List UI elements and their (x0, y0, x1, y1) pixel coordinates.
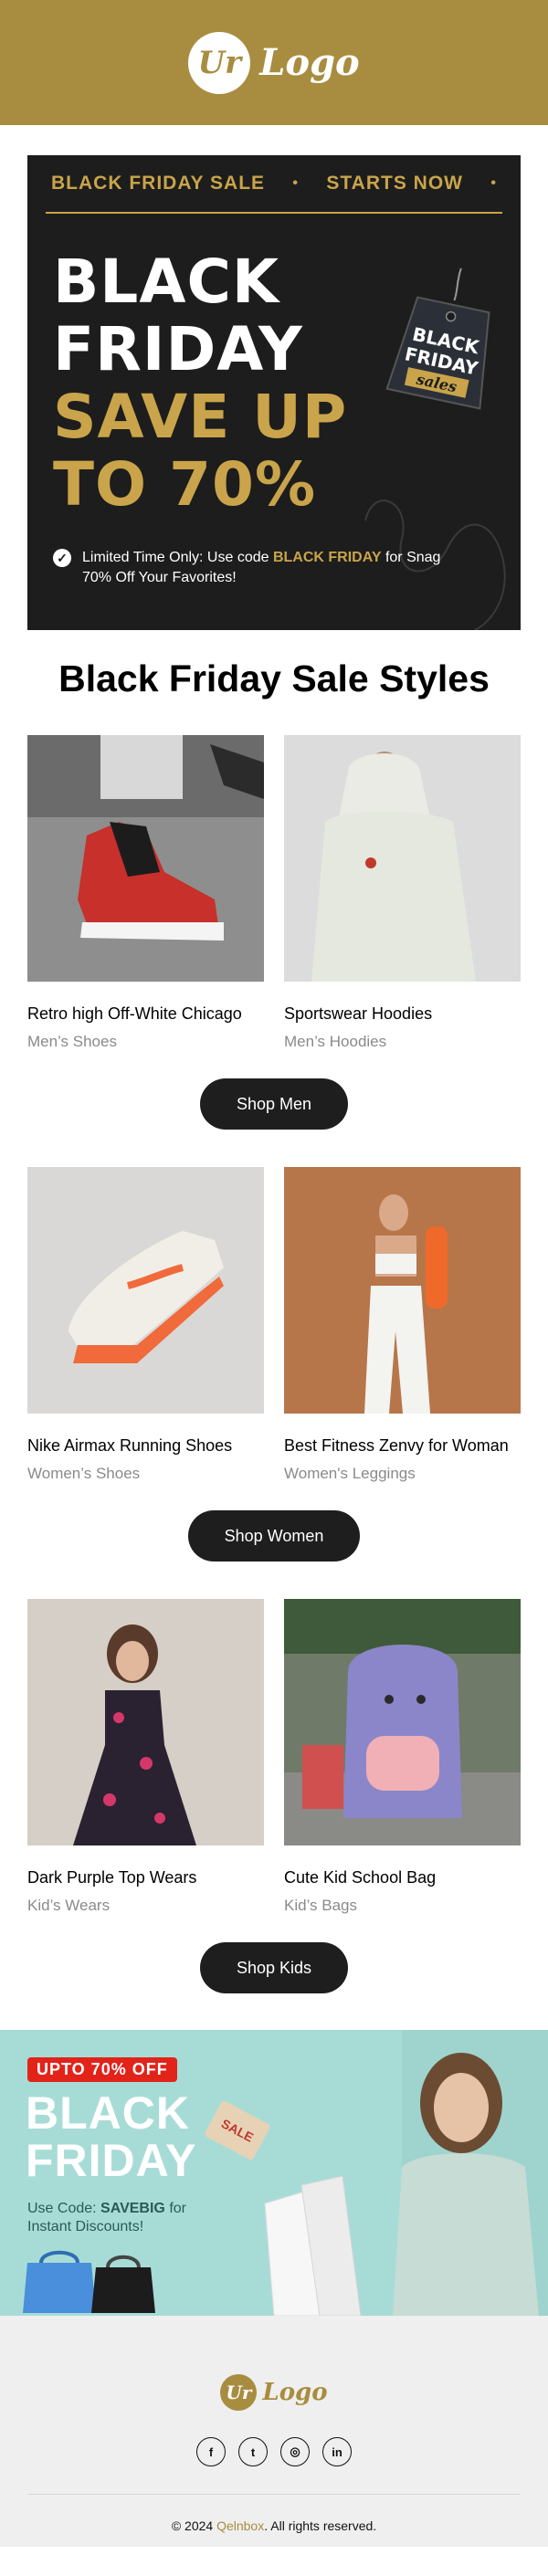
promo-title: BLACK FRIDAY (26, 2089, 197, 2184)
promo-code-prefix: Use Code: (27, 2201, 101, 2216)
linkedin-icon[interactable]: in (322, 2437, 352, 2466)
product-name[interactable]: Best Fitness Zenvy for Woman (284, 1436, 521, 1456)
product-image-school-bag[interactable] (284, 1599, 521, 1845)
product-image-running-shoe[interactable] (27, 1167, 264, 1414)
brand-logo[interactable]: Ur Logo (188, 31, 360, 94)
hero-title-line1: BLACK (53, 247, 280, 317)
hero-note-code: BLACK FRIDAY (272, 550, 382, 565)
logo-badge: Ur (188, 31, 251, 94)
promo-badge: UPTO 70% OFF (27, 2057, 177, 2082)
decorative-squiggle (364, 499, 506, 630)
copyright: © 2024 Qelnbox. All rights reserved. (0, 2518, 548, 2533)
copyright-brand-link[interactable]: Qelnbox (216, 2518, 264, 2533)
promo-title-line2: FRIDAY (26, 2135, 197, 2186)
shop-men-button[interactable]: Shop Men (199, 1078, 349, 1130)
promo-code-line2: Instant Discounts! (27, 2219, 144, 2234)
product-image-kid-dress[interactable] (27, 1599, 264, 1845)
promo-title-line1: BLACK (26, 2087, 190, 2139)
shop-men-wrap: Shop Men (0, 1078, 548, 1130)
product-category: Men’s Hoodies (284, 1033, 387, 1050)
product-image-hoodie[interactable] (284, 735, 521, 982)
check-circle-icon: ✓ (53, 549, 71, 567)
product-name[interactable]: Nike Airmax Running Shoes (27, 1436, 264, 1456)
promo-banner[interactable]: UPTO 70% OFF BLACK FRIDAY SALE Use Code:… (0, 2030, 548, 2316)
hero-title-line4: TO 70% (53, 449, 317, 520)
hero-note-text: Limited Time Only: Use code BLACK FRIDAY… (82, 548, 455, 588)
promo-code-suffix: for (164, 2201, 186, 2216)
shop-women-wrap: Shop Women (0, 1510, 548, 1561)
product-category: Women's Leggings (284, 1465, 416, 1482)
product-card[interactable]: Nike Airmax Running Shoes Women’s Shoes (27, 1167, 264, 1483)
product-card[interactable]: Cute Kid School Bag Kid’s Bags (284, 1599, 521, 1915)
product-name[interactable]: Sportswear Hoodies (284, 1004, 521, 1024)
product-card[interactable]: Retro high Off-White Chicago Men’s Shoes (27, 735, 264, 1051)
product-card[interactable]: Sportswear Hoodies Men’s Hoodies (284, 735, 521, 1051)
hero-banner[interactable]: BLACK FRIDAY SALE • STARTS NOW • BLACK F… (27, 155, 521, 630)
header: Ur Logo (0, 0, 548, 125)
hero-title-line2: FRIDAY (53, 314, 303, 384)
product-row-women: Nike Airmax Running Shoes Women’s Shoes … (0, 1167, 548, 1483)
product-category: Men’s Shoes (27, 1033, 117, 1050)
product-category: Kid’s Bags (284, 1897, 358, 1914)
product-name[interactable]: Cute Kid School Bag (284, 1868, 521, 1887)
hero-top-left: BLACK FRIDAY SALE (51, 173, 266, 194)
section-title: Black Friday Sale Styles (58, 657, 490, 699)
product-card[interactable]: Dark Purple Top Wears Kid’s Wears (27, 1599, 264, 1915)
footer: Ur Logo f t ◎ in © 2024 Qelnbox. All rig… (0, 2316, 548, 2547)
shop-kids-wrap: Shop Kids (0, 1942, 548, 1993)
footer-divider (27, 2494, 521, 2495)
hero-note-prefix: Limited Time Only: Use code (82, 550, 273, 565)
copyright-prefix: © 2024 (171, 2518, 217, 2533)
facebook-icon[interactable]: f (196, 2437, 226, 2466)
product-row-men: Retro high Off-White Chicago Men’s Shoes… (0, 735, 548, 1051)
hero-top-right: STARTS NOW (326, 173, 463, 194)
logo-text: Logo (259, 41, 360, 84)
hero-divider (46, 212, 502, 214)
shop-kids-button[interactable]: Shop Kids (199, 1942, 349, 1993)
promo-code: SAVEBIG (100, 2201, 165, 2216)
shop-women-button[interactable]: Shop Women (187, 1510, 361, 1561)
promo-handbags-image (23, 2250, 155, 2313)
twitter-icon[interactable]: t (238, 2437, 268, 2466)
product-name[interactable]: Dark Purple Top Wears (27, 1868, 264, 1887)
product-image-fitness-woman[interactable] (284, 1167, 521, 1414)
product-row-kids: Dark Purple Top Wears Kid’s Wears Cute K… (0, 1599, 548, 1915)
product-category: Kid’s Wears (27, 1897, 111, 1914)
hero-top-strip: BLACK FRIDAY SALE • STARTS NOW • (27, 155, 521, 212)
hero-top-dot-end: • (490, 175, 497, 191)
product-name[interactable]: Retro high Off-White Chicago (27, 1004, 264, 1024)
product-category: Women’s Shoes (27, 1465, 141, 1482)
hero-note: ✓ Limited Time Only: Use code BLACK FRID… (53, 548, 455, 588)
black-friday-tag-image: BLACK FRIDAY sales (385, 268, 490, 410)
social-links: f t ◎ in (0, 2437, 548, 2466)
copyright-suffix: . All rights reserved. (264, 2518, 377, 2533)
footer-logo-text: Logo (262, 2379, 328, 2406)
promo-model-image (264, 2030, 548, 2316)
hero-top-dot: • (292, 175, 300, 191)
instagram-icon[interactable]: ◎ (280, 2437, 310, 2466)
hero-title: BLACK FRIDAY SAVE UP TO 70% (53, 248, 347, 519)
hero-title-line3: SAVE UP (53, 382, 348, 452)
footer-logo-badge: Ur (220, 2374, 258, 2411)
promo-code-text: Use Code: SAVEBIG for Instant Discounts! (27, 2200, 186, 2236)
footer-logo[interactable]: Ur Logo (0, 2374, 548, 2411)
product-card[interactable]: Best Fitness Zenvy for Woman Women's Leg… (284, 1167, 521, 1483)
product-image-red-sneaker[interactable] (27, 735, 264, 982)
